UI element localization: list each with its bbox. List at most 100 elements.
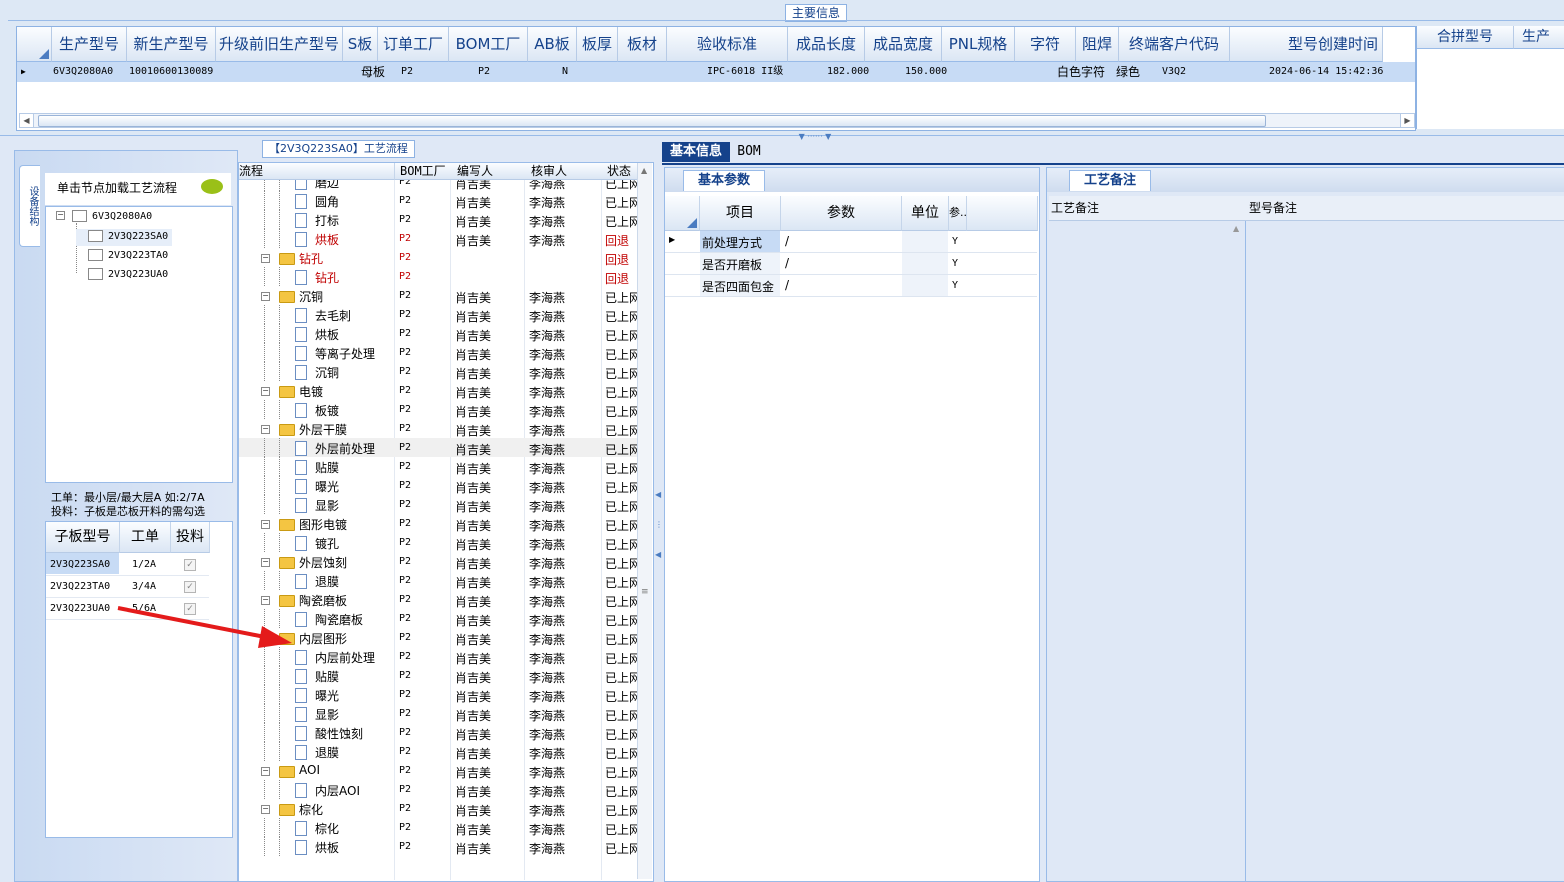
cell-sub-model[interactable]: 2V3Q223TA0 [50,581,110,592]
flow-row[interactable]: − 外层蚀刻 P2 肖吉美 李海燕 已上网 [239,552,637,571]
cell-character[interactable]: 白色字符 [1057,62,1105,82]
col-header[interactable]: 生产型号 [52,27,127,62]
tab-process-remarks[interactable]: 工艺备注 [1069,170,1151,191]
cell-ab-board[interactable]: N [562,62,568,82]
flow-row[interactable]: 磨边 P2 肖吉美 李海燕 已上网 [239,180,637,191]
node-checkbox-icon[interactable] [88,249,103,261]
collapse-icon[interactable]: − [261,805,270,814]
flow-name[interactable]: 外层前处理 [315,440,375,457]
col-header[interactable]: 阻焊 [1076,27,1119,62]
cell-s-board[interactable]: 母板 [361,62,385,82]
col-unit[interactable]: 单位 [902,196,949,231]
tree-child-3[interactable]: 2V3Q223UA0 [108,269,168,280]
col-header[interactable]: PNL规格 [942,27,1015,62]
collapse-icon[interactable]: − [261,387,270,396]
flow-name[interactable]: 内层图形 [299,630,347,647]
col-bom-factory[interactable]: BOM工厂 [395,163,456,180]
cell-solder-mask[interactable]: 绿色 [1116,62,1140,82]
flow-name[interactable]: 烘板 [315,326,339,343]
vertical-scrollbar[interactable]: ▲ ≡ [637,163,652,879]
scroll-right-icon[interactable]: ▶ [1400,114,1414,127]
flow-row[interactable]: − 棕化 P2 肖吉美 李海燕 已上网 [239,799,637,818]
node-checkbox-icon[interactable] [72,210,87,222]
flow-name[interactable]: 曝光 [315,478,339,495]
param-item[interactable]: 是否开磨板 [702,256,762,273]
flow-name[interactable]: 陶瓷磨板 [299,592,347,609]
col-reviewer[interactable]: 核审人 [525,163,608,180]
process-flow-tree[interactable]: 流程 BOM工厂 编写人 核审人 状态 ▲ ≡ 磨边 P2 肖吉美 李海燕 已上网 圆角 P… [238,162,654,882]
flow-name[interactable]: 磨边 [315,180,339,191]
flow-name[interactable]: 曝光 [315,687,339,704]
flow-name[interactable]: 钻孔 [299,250,323,267]
flow-name[interactable]: 显影 [315,706,339,723]
col-merge-model[interactable]: 合拼型号 [1417,26,1514,49]
cell-customer-code[interactable]: V3Q2 [1162,62,1186,82]
flow-name[interactable]: 镀孔 [315,535,339,552]
col-header[interactable]: 升级前旧生产型号 [216,27,343,62]
param-flag[interactable]: Y [952,258,958,269]
table-row[interactable]: ▶ 6V3Q2080A0 10010600130089 母板 P2 P2 N I… [17,62,1415,82]
col-header[interactable]: 订单工厂 [378,27,449,62]
flow-row[interactable]: 烘板 P2 肖吉美 李海燕 回退 [239,229,637,248]
vertical-splitter[interactable]: ◀⋮◀ [655,490,663,560]
col-feed[interactable]: 投料 [171,522,210,553]
collapse-icon[interactable]: − [261,292,270,301]
scroll-up-icon[interactable]: ▲ [641,166,647,175]
flow-row[interactable]: 退膜 P2 肖吉美 李海燕 已上网 [239,742,637,761]
merge-model-grid[interactable]: 合拼型号 生产 [1416,26,1564,129]
collapse-icon[interactable]: − [56,211,65,220]
flow-row[interactable]: 曝光 P2 肖吉美 李海燕 已上网 [239,685,637,704]
scroll-left-icon[interactable]: ◀ [20,114,34,127]
cell-created-time[interactable]: 2024-06-14 15:42:36 [1269,62,1383,82]
flow-row[interactable]: 圆角 P2 肖吉美 李海燕 已上网 [239,191,637,210]
flow-name[interactable]: 烘板 [315,231,339,248]
flow-name[interactable]: 外层蚀刻 [299,554,347,571]
col-header[interactable]: 板厚 [577,27,618,62]
flow-name[interactable]: 贴膜 [315,668,339,685]
flow-row[interactable]: 镀孔 P2 肖吉美 李海燕 已上网 [239,533,637,552]
flow-row[interactable]: 贴膜 P2 肖吉美 李海燕 已上网 [239,666,637,685]
flow-name[interactable]: 去毛刺 [315,307,351,324]
flow-row[interactable]: 钻孔 P2 回退 [239,267,637,286]
param-flag[interactable]: Y [952,280,958,291]
splitter-handle[interactable]: ▼ ······ ▼ [784,133,846,141]
model-remark-box[interactable]: 型号备注 [1247,196,1564,881]
params-grid[interactable]: 项目 参数 单位 参.. ▶ 前处理方式 / Y 是否开磨板 / Y 是否四面包金 / Y [665,196,1038,297]
param-item[interactable]: 是否四面包金 [702,278,774,295]
cell-acceptance[interactable]: IPC-6018 II级 [707,62,783,82]
flow-name[interactable]: 显影 [315,497,339,514]
flow-name[interactable]: 外层干膜 [299,421,347,438]
cell-bom-factory[interactable]: P2 [478,62,490,82]
col-param[interactable]: 参数 [781,196,902,231]
col-header[interactable]: 成品宽度 [865,27,942,62]
cell-length[interactable]: 182.000 [827,62,869,82]
cell-sub-model[interactable]: 2V3Q223SA0 [50,559,110,570]
col-header[interactable]: 板材 [618,27,667,62]
collapse-icon[interactable]: − [261,767,270,776]
scroll-grip-icon[interactable]: ≡ [641,587,649,597]
tree-root[interactable]: 6V3Q2080A0 [92,211,152,222]
flow-name[interactable]: 等离子处理 [315,345,375,362]
flow-name[interactable]: AOI [299,763,320,777]
flow-row[interactable]: − AOI P2 肖吉美 李海燕 已上网 [239,761,637,780]
flow-row[interactable]: 酸性蚀刻 P2 肖吉美 李海燕 已上网 [239,723,637,742]
param-value[interactable]: / [785,278,789,292]
col-header[interactable]: BOM工厂 [449,27,528,62]
param-value[interactable]: / [785,256,789,270]
param-value[interactable]: / [785,234,789,248]
table-row[interactable]: 2V3Q223SA0 1/2A ✓ [46,554,209,576]
flow-row[interactable]: − 钻孔 P2 回退 [239,248,637,267]
flow-name[interactable]: 图形电镀 [299,516,347,533]
flow-row[interactable]: 棕化 P2 肖吉美 李海燕 已上网 [239,818,637,837]
flow-name[interactable]: 烘板 [315,839,339,856]
tab-basic-params[interactable]: 基本参数 [683,170,765,191]
cell-new-prod-model[interactable]: 10010600130089 [129,62,213,82]
flow-name[interactable]: 板镀 [315,402,339,419]
flow-name[interactable]: 内层AOI [315,782,360,799]
flow-name[interactable]: 退膜 [315,573,339,590]
flow-name[interactable]: 沉铜 [299,288,323,305]
flow-name[interactable]: 酸性蚀刻 [315,725,363,742]
col-header[interactable]: 型号创建时间 [1230,27,1383,62]
flow-name[interactable]: 退膜 [315,744,339,761]
flow-row[interactable]: 烘板 P2 肖吉美 李海燕 已上网 [239,324,637,343]
